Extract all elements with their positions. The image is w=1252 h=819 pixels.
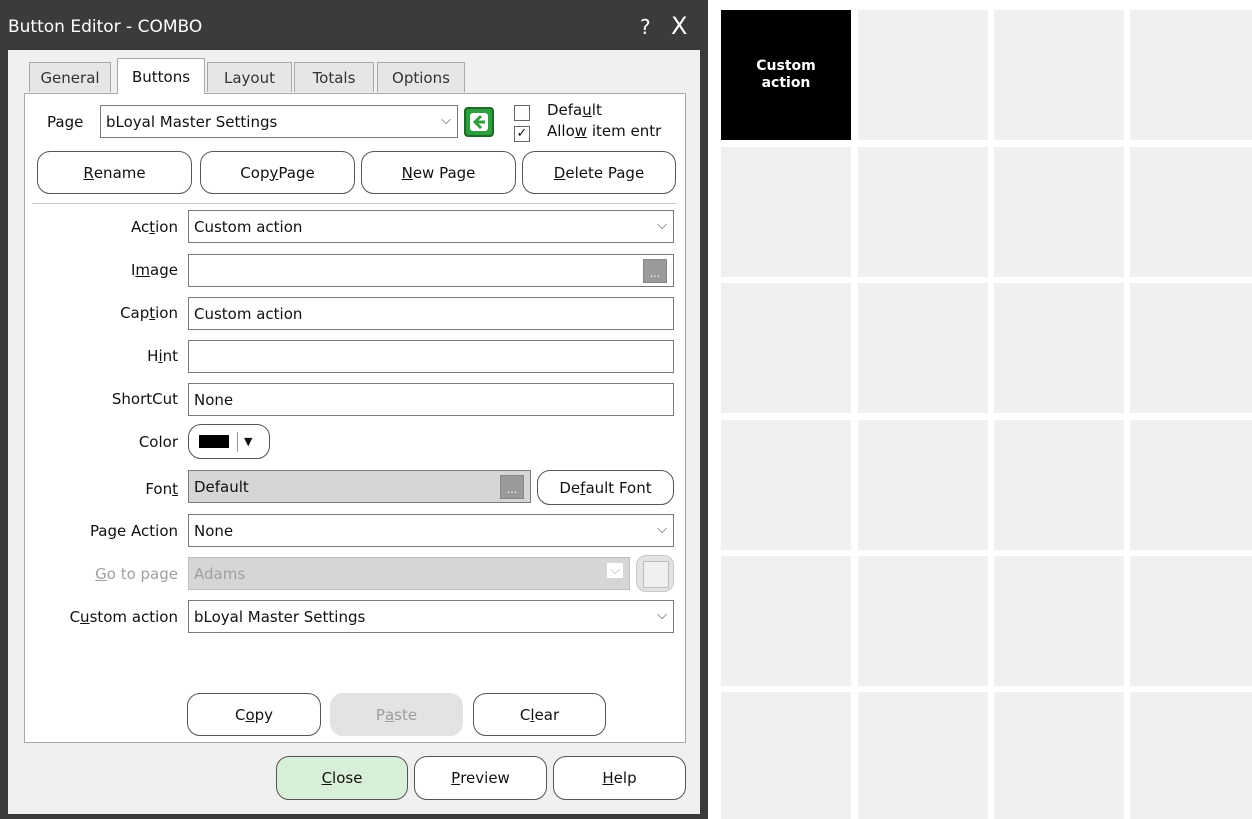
caret-down-icon: ▼	[244, 435, 253, 448]
go-to-page-select: Adams ⌵	[188, 557, 630, 590]
page-select-value: bLoyal Master Settings	[106, 112, 278, 131]
image-label: Image	[130, 261, 178, 279]
grid-button-empty[interactable]	[721, 556, 851, 686]
grid-button-empty[interactable]	[1130, 147, 1252, 277]
chevron-down-icon: ⌵	[657, 522, 667, 537]
allow-item-entry-checkbox[interactable]: ✓	[514, 126, 530, 142]
action-label: Action	[131, 218, 178, 236]
rename-page-button[interactable]: Rename	[37, 151, 192, 194]
caption-field[interactable]: Custom action	[188, 297, 674, 330]
page-label: Page	[47, 113, 84, 131]
new-page-button[interactable]: New Page	[361, 151, 516, 194]
grid-button-empty[interactable]	[1130, 283, 1252, 413]
go-to-page-label: Go to page	[95, 565, 178, 583]
help-title-button[interactable]: ?	[640, 15, 651, 39]
grid-button-empty[interactable]	[994, 420, 1124, 550]
go-to-page-button[interactable]	[464, 107, 494, 137]
paste-button: Pa ste	[330, 693, 463, 736]
tab-layout[interactable]: Layout	[207, 62, 292, 92]
color-swatch	[199, 435, 229, 448]
font-label: Font	[145, 480, 178, 498]
copy-button[interactable]: Co py	[187, 693, 321, 736]
close-button[interactable]: Close	[276, 756, 408, 800]
default-font-button[interactable]: De f ault Font	[537, 470, 674, 505]
tab-general[interactable]: General	[29, 62, 111, 92]
browse-font-button[interactable]: ...	[500, 475, 524, 499]
page-action-label: Page Action	[89, 522, 178, 540]
divider	[237, 431, 238, 452]
clear-button[interactable]: Cl ear	[473, 693, 606, 736]
default-label: Default	[547, 101, 602, 119]
shortcut-field[interactable]: None	[188, 383, 674, 416]
tab-totals[interactable]: Totals	[294, 62, 374, 92]
hint-label: Hint	[147, 347, 178, 365]
delete-page-button[interactable]: Delete Page	[522, 151, 676, 194]
action-select[interactable]: Custom action ⌵	[188, 210, 674, 243]
grid-button-empty[interactable]	[994, 10, 1124, 140]
grid-button-empty[interactable]	[858, 283, 988, 413]
grid-button-empty[interactable]	[721, 692, 851, 819]
action-select-value: Custom action	[194, 217, 303, 236]
grid-button-empty[interactable]	[721, 147, 851, 277]
tab-buttons[interactable]: Buttons	[117, 58, 205, 94]
window-title: Button Editor - COMBO	[8, 17, 203, 37]
browse-image-button[interactable]: ...	[643, 259, 667, 283]
chevron-down-icon: ⌵	[657, 608, 667, 623]
help-button[interactable]: Help	[553, 756, 686, 800]
grid-button-empty[interactable]	[994, 556, 1124, 686]
page-action-select[interactable]: None ⌵	[188, 514, 674, 547]
grid-button-empty[interactable]	[994, 692, 1124, 819]
custom-action-select-value: bLoyal Master Settings	[194, 607, 366, 626]
color-label: Color	[138, 433, 178, 451]
go-to-page-select-value: Adams	[194, 564, 246, 583]
close-window-button[interactable]: X	[671, 12, 687, 40]
grid-button-empty[interactable]	[1130, 10, 1252, 140]
chevron-down-icon: ⌵	[441, 113, 451, 128]
grid-button-empty[interactable]	[994, 147, 1124, 277]
page-action-select-value: None	[194, 521, 234, 540]
shortcut-label: ShortCut	[111, 390, 178, 408]
tab-options[interactable]: Options	[377, 62, 465, 92]
separator	[32, 203, 676, 204]
button-grid-preview: Custom action	[721, 0, 1252, 819]
default-checkbox[interactable]	[514, 105, 530, 121]
custom-action-label: Custom action	[69, 608, 178, 626]
grid-button-caption: Custom action	[756, 58, 816, 91]
grid-button-empty[interactable]	[858, 692, 988, 819]
grid-button-empty[interactable]	[858, 556, 988, 686]
go-to-page-picker-button	[636, 555, 674, 592]
grid-button-custom-action[interactable]: Custom action	[721, 10, 851, 140]
chevron-down-icon: ⌵	[607, 563, 623, 578]
grid-button-empty[interactable]	[1130, 556, 1252, 686]
title-bar[interactable]: Button Editor - COMBO ? X	[0, 0, 708, 50]
chevron-down-icon: ⌵	[657, 218, 667, 233]
caption-label: Caption	[120, 304, 178, 322]
arrow-left-icon	[470, 113, 488, 131]
grid-button-empty[interactable]	[858, 420, 988, 550]
color-picker[interactable]: ▼	[188, 424, 270, 459]
custom-action-select[interactable]: bLoyal Master Settings ⌵	[188, 600, 674, 633]
preview-button[interactable]: Preview	[414, 756, 547, 800]
grid-button-empty[interactable]	[1130, 420, 1252, 550]
copy-page-button[interactable]: Cop y Page	[200, 151, 355, 194]
grid-button-empty[interactable]	[994, 283, 1124, 413]
grid-button-empty[interactable]	[721, 420, 851, 550]
grid-button-empty[interactable]	[1130, 692, 1252, 819]
font-field: Default	[188, 470, 531, 503]
grid-button-empty[interactable]	[858, 10, 988, 140]
page-select[interactable]: bLoyal Master Settings ⌵	[100, 105, 458, 138]
image-field[interactable]	[188, 254, 674, 287]
hint-field[interactable]	[188, 340, 674, 373]
allow-item-entry-label: Allow item entr	[547, 122, 662, 140]
grid-button-empty[interactable]	[858, 147, 988, 277]
grid-button-empty[interactable]	[721, 283, 851, 413]
